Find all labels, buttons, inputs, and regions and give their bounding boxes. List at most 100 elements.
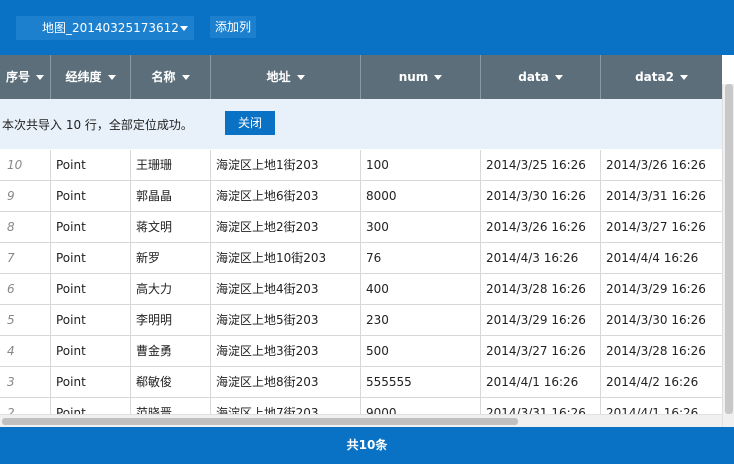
cell-address: 海淀区上地5街203 — [211, 305, 361, 335]
cell-index: 5 — [0, 305, 51, 335]
column-header-num[interactable]: num — [361, 55, 481, 99]
sort-caret-icon — [554, 75, 563, 80]
cell-data2: 2014/3/29 16:26 — [606, 282, 706, 296]
sort-caret-icon — [296, 75, 305, 80]
cell-name: 郭晶晶 — [131, 181, 211, 211]
cell-index: 3 — [0, 367, 51, 397]
cell-num: 8000 — [361, 181, 481, 211]
chevron-down-icon — [180, 26, 188, 31]
cell-num: 500 — [361, 336, 481, 366]
table-row[interactable]: 3 Point 郗敏俊 海淀区上地8街203 555555 2014/4/1 1… — [0, 367, 722, 398]
cell-address: 海淀区上地8街203 — [211, 367, 361, 397]
cell-num: 300 — [361, 212, 481, 242]
sort-caret-icon — [181, 75, 190, 80]
data-grid: 序号 经纬度 名称 地址 num data data2 本次共导入 10 行，全… — [0, 55, 722, 427]
cell-data: 2014/4/3 16:26 — [481, 243, 601, 273]
cell-coordinates: Point — [51, 367, 131, 397]
cell-data: 2014/3/30 16:26 — [481, 181, 601, 211]
sort-caret-icon — [107, 75, 116, 80]
table-row[interactable]: 7 Point 新罗 海淀区上地10街203 76 2014/4/3 16:26… — [0, 243, 722, 274]
horizontal-scrollbar[interactable] — [0, 414, 722, 427]
sort-caret-icon — [434, 75, 443, 80]
cell-data2: 2014/3/28 16:26 — [606, 344, 706, 358]
cell-name: 曹金勇 — [131, 336, 211, 366]
grid-header: 序号 经纬度 名称 地址 num data data2 — [0, 55, 722, 99]
column-header-label: 名称 — [151, 70, 176, 84]
column-header-index[interactable]: 序号 — [0, 55, 51, 99]
column-header-address[interactable]: 地址 — [211, 55, 361, 99]
cell-coordinates: Point — [51, 274, 131, 304]
cell-data: 2014/3/27 16:26 — [481, 336, 601, 366]
cell-data2: 2014/4/4 16:26 — [606, 251, 699, 265]
record-count-label: 共10条 — [346, 438, 388, 452]
cell-name: 蒋文明 — [131, 212, 211, 242]
table-row[interactable]: 4 Point 曹金勇 海淀区上地3街203 500 2014/3/27 16:… — [0, 336, 722, 367]
cell-coordinates: Point — [51, 181, 131, 211]
column-header-label: data2 — [635, 70, 674, 84]
cell-name: 高大力 — [131, 274, 211, 304]
cell-name: 李明明 — [131, 305, 211, 335]
cell-address: 海淀区上地2街203 — [211, 212, 361, 242]
cell-num: 76 — [361, 243, 481, 273]
top-toolbar: 地图_20140325173612 添加列 — [0, 0, 734, 55]
cell-coordinates: Point — [51, 150, 131, 180]
cell-name: 郗敏俊 — [131, 367, 211, 397]
column-header-coordinates[interactable]: 经纬度 — [51, 55, 131, 99]
cell-index: 7 — [0, 243, 51, 273]
import-result-bar: 本次共导入 10 行，全部定位成功。 关闭 — [0, 99, 722, 149]
horizontal-scrollbar-thumb[interactable] — [2, 418, 518, 425]
table-row[interactable]: 6 Point 高大力 海淀区上地4街203 400 2014/3/28 16:… — [0, 274, 722, 305]
close-button[interactable]: 关闭 — [225, 111, 275, 135]
table-row[interactable]: 8 Point 蒋文明 海淀区上地2街203 300 2014/3/26 16:… — [0, 212, 722, 243]
cell-name: 新罗 — [131, 243, 211, 273]
cell-data: 2014/3/26 16:26 — [481, 212, 601, 242]
cell-name: 王珊珊 — [131, 150, 211, 180]
cell-coordinates: Point — [51, 305, 131, 335]
cell-address: 海淀区上地6街203 — [211, 181, 361, 211]
cell-address: 海淀区上地4街203 — [211, 274, 361, 304]
cell-num: 555555 — [361, 367, 481, 397]
cell-coordinates: Point — [51, 243, 131, 273]
sort-caret-icon — [679, 75, 688, 80]
cell-index: 8 — [0, 212, 51, 242]
cell-address: 海淀区上地10街203 — [211, 243, 361, 273]
cell-data2: 2014/4/2 16:26 — [606, 375, 699, 389]
cell-data2: 2014/3/26 16:26 — [606, 158, 706, 172]
sort-caret-icon — [36, 75, 44, 80]
table-row[interactable]: 9 Point 郭晶晶 海淀区上地6街203 8000 2014/3/30 16… — [0, 181, 722, 212]
grid-body: 10 Point 王珊珊 海淀区上地1街203 100 2014/3/25 16… — [0, 150, 722, 427]
cell-coordinates: Point — [51, 212, 131, 242]
column-header-data2[interactable]: data2 — [601, 55, 722, 99]
cell-index: 6 — [0, 274, 51, 304]
column-header-label: 地址 — [266, 70, 291, 84]
cell-data2: 2014/3/31 16:26 — [606, 189, 706, 203]
vertical-scrollbar[interactable] — [722, 84, 734, 427]
cell-index: 9 — [0, 181, 51, 211]
cell-num: 100 — [361, 150, 481, 180]
cell-data: 2014/3/25 16:26 — [481, 150, 601, 180]
cell-num: 230 — [361, 305, 481, 335]
column-header-label: 经纬度 — [65, 70, 102, 84]
layer-select-label: 地图_20140325173612 — [42, 21, 179, 35]
cell-data2: 2014/3/27 16:26 — [606, 220, 706, 234]
cell-index: 10 — [0, 150, 51, 180]
layer-select-dropdown[interactable]: 地图_20140325173612 — [16, 16, 194, 40]
cell-address: 海淀区上地1街203 — [211, 150, 361, 180]
table-row[interactable]: 10 Point 王珊珊 海淀区上地1街203 100 2014/3/25 16… — [0, 150, 722, 181]
table-row[interactable]: 5 Point 李明明 海淀区上地5街203 230 2014/3/29 16:… — [0, 305, 722, 336]
cell-coordinates: Point — [51, 336, 131, 366]
column-header-label: num — [398, 70, 429, 84]
add-column-button[interactable]: 添加列 — [210, 16, 256, 38]
cell-index: 4 — [0, 336, 51, 366]
cell-num: 400 — [361, 274, 481, 304]
cell-data: 2014/3/28 16:26 — [481, 274, 601, 304]
column-header-data[interactable]: data — [481, 55, 601, 99]
cell-address: 海淀区上地3街203 — [211, 336, 361, 366]
cell-data: 2014/3/29 16:26 — [481, 305, 601, 335]
import-result-message: 本次共导入 10 行，全部定位成功。 — [2, 118, 193, 132]
cell-data2: 2014/3/30 16:26 — [606, 313, 706, 327]
vertical-scrollbar-thumb[interactable] — [725, 84, 733, 414]
column-header-name[interactable]: 名称 — [131, 55, 211, 99]
cell-data: 2014/4/1 16:26 — [481, 367, 601, 397]
column-header-label: data — [518, 70, 549, 84]
